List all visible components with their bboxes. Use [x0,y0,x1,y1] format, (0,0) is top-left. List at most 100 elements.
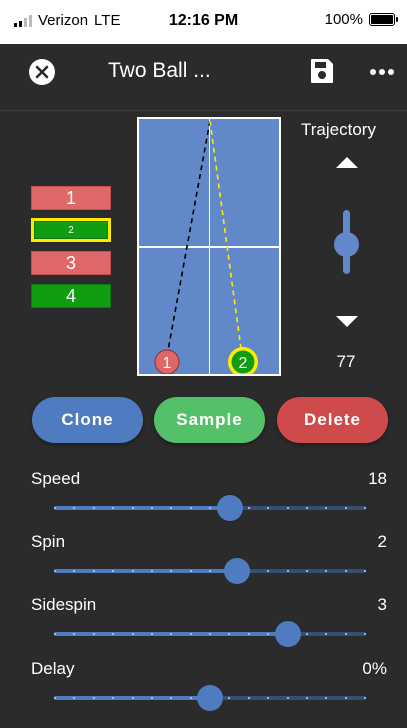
slider-tick [306,570,308,572]
ball-marker-2[interactable]: 2 [228,347,258,374]
close-icon[interactable] [29,59,55,85]
header-divider [0,110,407,111]
slider-tick [190,507,192,509]
slider-tick [93,507,95,509]
slider-tick [345,507,347,509]
trajectory-down-arrow-icon[interactable] [336,316,358,327]
slider-tick [93,633,95,635]
slider-tick [228,697,230,699]
speed-label: Speed [31,469,81,488]
slider-tick [73,507,75,509]
slider-tick [73,697,75,699]
slider-tick [112,697,114,699]
slider-tick [170,570,172,572]
speed-slider[interactable] [54,494,366,522]
ball-label: 3 [65,252,76,273]
trajectory-path-2 [209,120,243,357]
slider-tick [228,633,230,635]
save-icon[interactable] [309,57,335,85]
ball-marker-1[interactable]: 1 [154,349,180,374]
delay-slider-thumb[interactable] [197,685,223,711]
slider-tick [132,507,134,509]
delay-slider[interactable] [54,684,366,712]
table-view[interactable]: 1 2 [137,117,281,376]
trajectory-up-arrow-icon[interactable] [336,157,358,168]
slider-tick [190,633,192,635]
slider-tick [306,507,308,509]
slider-tick [325,507,327,509]
ball-label: 1 [65,187,76,208]
slider-tick [54,507,56,509]
spin-slider[interactable] [54,557,366,585]
sample-button[interactable]: Sample [154,397,265,443]
slider-tick [248,633,250,635]
trajectory-paths: 1 2 [154,120,258,374]
speed-value: 18 [368,469,387,488]
ball-item-4[interactable]: 4 [31,284,111,308]
slider-tick [170,507,172,509]
slider-tick [287,570,289,572]
spin-slider-thumb[interactable] [224,558,250,584]
slider-tick [267,570,269,572]
trajectory-value: 77 [336,352,356,371]
slider-tick [170,697,172,699]
trajectory-slider-thumb[interactable] [334,232,359,257]
slider-tick [93,697,95,699]
slider-tick [364,697,366,699]
delete-button[interactable]: Delete [277,397,388,443]
slider-tick [248,697,250,699]
slider-tick [306,697,308,699]
slider-tick [151,570,153,572]
speed-slider-thumb[interactable] [217,495,243,521]
slider-tick [325,570,327,572]
slider-tick [170,633,172,635]
app-bar: Two Ball ... [0,44,407,100]
slider-tick [287,507,289,509]
slider-tick [364,507,366,509]
slider-tick [132,633,134,635]
ball-marker-label: 1 [163,355,172,372]
slider-tick [209,633,211,635]
slider-tick [325,697,327,699]
slider-tick [73,633,75,635]
trajectory-label: Trajectory [301,120,376,139]
slider-tick [54,570,56,572]
slider-tick [345,570,347,572]
status-bar: Verizon LTE 12:16 PM 100% [0,0,407,44]
more-options-icon[interactable] [369,62,395,82]
slider-tick [93,570,95,572]
ball-label: 2 [68,224,74,236]
slider-tick [151,507,153,509]
delay-value: 0% [362,659,387,678]
slider-tick [345,633,347,635]
spin-value: 2 [377,532,387,551]
slider-tick [267,633,269,635]
clone-button[interactable]: Clone [32,397,143,443]
page-title: Two Ball ... [108,59,211,82]
slider-tick [190,697,192,699]
slider-tick [287,697,289,699]
sidespin-value: 3 [377,595,387,614]
sidespin-slider[interactable] [54,620,366,648]
slider-ticks [54,570,366,572]
spin-label: Spin [31,532,66,551]
slider-tick [267,507,269,509]
slider-ticks [54,633,366,635]
slider-tick [267,697,269,699]
ball-item-1[interactable]: 1 [31,186,111,210]
slider-tick [364,633,366,635]
slider-tick [132,697,134,699]
slider-tick [151,633,153,635]
slider-tick [112,570,114,572]
slider-tick [248,507,250,509]
slider-tick [54,697,56,699]
sidespin-slider-thumb[interactable] [275,621,301,647]
trajectory-path-1 [166,120,211,357]
status-right: 100% [325,11,398,28]
ball-item-3[interactable]: 3 [31,251,111,275]
slider-tick [151,697,153,699]
ball-item-2[interactable]: 2 [31,218,111,242]
battery-icon [369,13,398,26]
ball-label: 4 [65,285,76,306]
slider-tick [209,570,211,572]
